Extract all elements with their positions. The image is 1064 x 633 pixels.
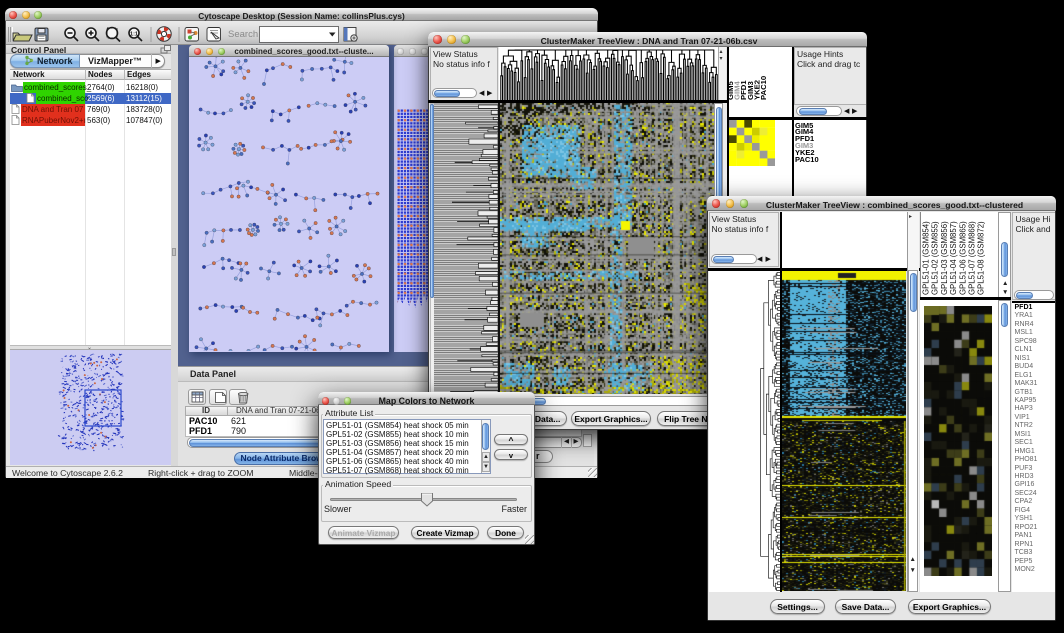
svg-text:GPL51-08 (GSM872): GPL51-08 (GSM872) — [976, 221, 985, 295]
svg-text:GPL51-06 (GSM865): GPL51-06 (GSM865) — [958, 221, 967, 295]
svg-text:GPL51-02 (GSM855): GPL51-02 (GSM855) — [930, 221, 939, 295]
svg-text:GPL51-01 (GSM854): GPL51-01 (GSM854) — [921, 221, 930, 295]
svg-text:PAC10: PAC10 — [759, 76, 768, 100]
svg-text:1:1: 1:1 — [130, 32, 138, 38]
svg-text:GPL51-07 (GSM868): GPL51-07 (GSM868) — [967, 221, 976, 295]
svg-text:Search:: Search: — [228, 29, 261, 40]
svg-text:GPL51-03 (GSM856): GPL51-03 (GSM856) — [939, 221, 948, 295]
svg-text:GPL51-04 (GSM857): GPL51-04 (GSM857) — [949, 221, 958, 295]
